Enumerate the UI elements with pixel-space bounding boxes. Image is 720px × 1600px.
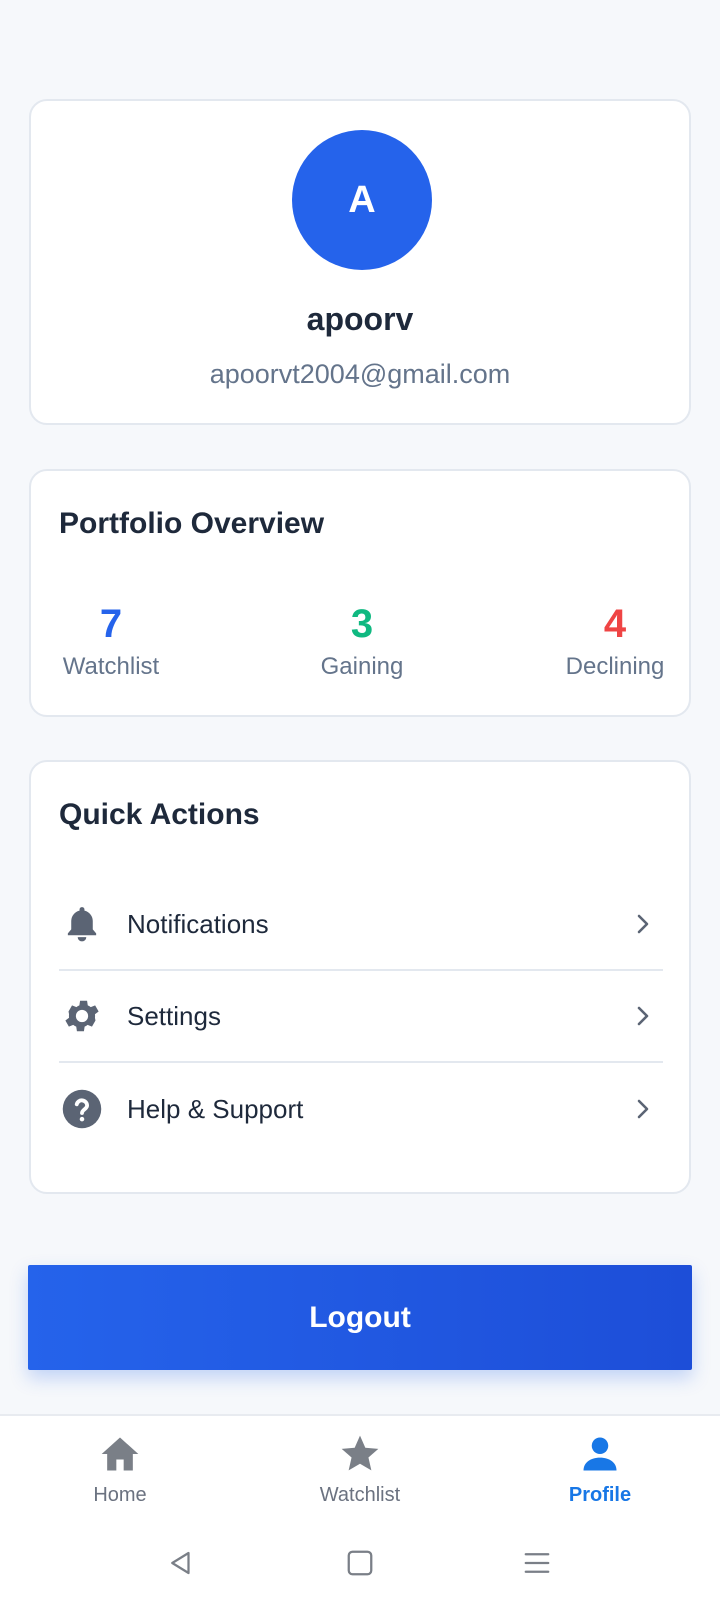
user-name: apoorv: [306, 301, 414, 337]
nav-item-profile[interactable]: Profile: [530, 1432, 670, 1507]
bottom-nav: Home Watchlist Profile: [0, 1414, 720, 1532]
action-notifications[interactable]: Notifications: [59, 879, 663, 971]
action-settings[interactable]: Settings: [59, 971, 663, 1063]
system-nav-bar: [0, 1532, 720, 1600]
user-email: apoorvt2004@gmail.com: [209, 359, 511, 389]
nav-label-watchlist: Watchlist: [319, 1484, 401, 1506]
portfolio-title: Portfolio Overview: [59, 507, 325, 540]
nav-item-watchlist[interactable]: Watchlist: [290, 1432, 430, 1507]
quick-actions-card: Quick Actions Notifications Settings Hel…: [29, 760, 691, 1194]
nav-label-home: Home: [93, 1484, 147, 1506]
nav-item-home[interactable]: Home: [50, 1432, 190, 1507]
stat-watchlist-value: 7: [99, 602, 123, 646]
stat-declining-value: 4: [603, 602, 627, 646]
menu-icon[interactable]: [522, 1548, 552, 1578]
stat-declining-label: Declining: [565, 653, 665, 680]
chevron-right-icon: [637, 1099, 649, 1119]
logout-button[interactable]: Logout: [28, 1265, 692, 1370]
back-icon[interactable]: [166, 1548, 196, 1578]
stat-gaining: 3 Gaining: [312, 601, 412, 681]
profile-screen: A apoorv apoorvt2004@gmail.com Portfolio…: [0, 0, 720, 1600]
stat-declining: 4 Declining: [563, 601, 667, 681]
home-square-icon[interactable]: [345, 1548, 375, 1578]
stat-watchlist-label: Watchlist: [62, 653, 160, 680]
action-help-support-label: Help & Support: [127, 1093, 304, 1124]
chevron-right-icon: [637, 1006, 649, 1026]
gear-icon: [59, 993, 105, 1039]
nav-label-profile: Profile: [568, 1484, 632, 1506]
star-icon: [341, 1435, 379, 1471]
quick-actions-title: Quick Actions: [59, 798, 260, 831]
action-help-support[interactable]: Help & Support: [59, 1063, 663, 1155]
person-icon: [583, 1437, 617, 1471]
stat-gaining-label: Gaining: [320, 653, 404, 680]
action-notifications-label: Notifications: [127, 908, 269, 939]
home-icon: [101, 1437, 139, 1471]
stat-gaining-value: 3: [350, 602, 374, 646]
portfolio-overview-card: Portfolio Overview 7 Watchlist 3 Gaining…: [29, 469, 691, 717]
bell-icon: [59, 901, 105, 947]
chevron-right-icon: [637, 914, 649, 934]
help-circle-icon: [59, 1086, 105, 1132]
stat-watchlist: 7 Watchlist: [59, 601, 163, 681]
profile-card: A apoorv apoorvt2004@gmail.com: [29, 99, 691, 425]
avatar: A: [292, 130, 432, 270]
action-settings-label: Settings: [127, 1000, 221, 1031]
